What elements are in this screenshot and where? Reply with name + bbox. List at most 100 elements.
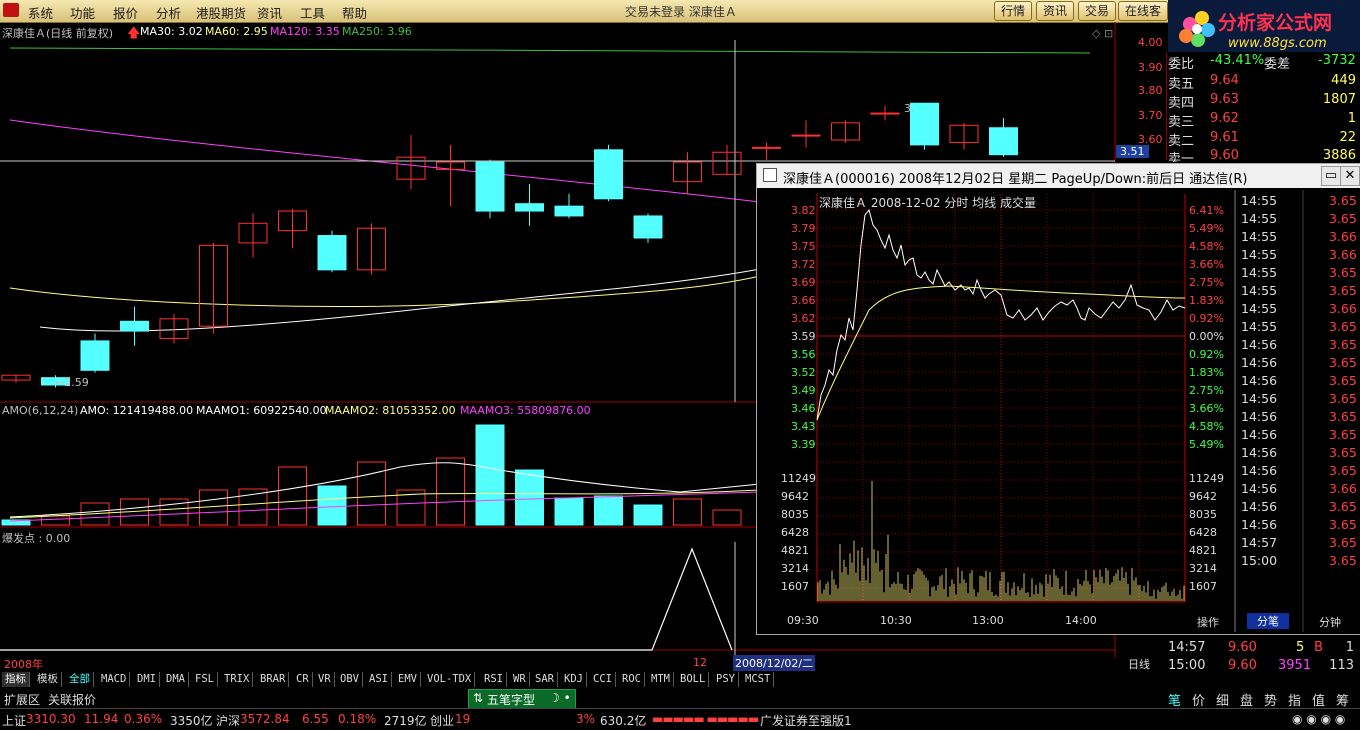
tab-indicator-asi[interactable]: ASI — [366, 672, 392, 687]
tab-indicator-rsi[interactable]: RSI — [481, 672, 507, 687]
restore-icon[interactable]: ▭ — [1321, 166, 1341, 186]
tab-indicator-dma[interactable]: DMA — [163, 672, 189, 687]
pct-axis-label: 0.92% — [1189, 348, 1224, 361]
tab-indicator-trix[interactable]: TRIX — [221, 672, 254, 687]
pct-axis-label: 0.00% — [1189, 330, 1224, 343]
panel-tab-1[interactable]: 价 — [1192, 690, 1205, 709]
tab-minutes[interactable]: 分钟 — [1319, 614, 1341, 630]
chart-corner-icons[interactable]: ◇ ⊡ — [1092, 27, 1113, 40]
cy-index-value: 19 — [455, 712, 471, 726]
ime-switch-icon[interactable]: ⇅ — [473, 691, 483, 705]
amo-label: AMO(6,12,24) — [2, 404, 79, 417]
market-breadth-bars: ▬▬▬▬▬ ▬▬▬▬▬ — [652, 712, 759, 726]
tab-operate[interactable]: 操作 — [1197, 614, 1219, 630]
period-label[interactable]: 日线 — [1128, 656, 1150, 672]
amo-bar — [436, 457, 465, 526]
ask-row-2[interactable]: 卖二 9.61 22 — [1168, 130, 1358, 149]
tab-indicator-emv[interactable]: EMV — [395, 672, 421, 687]
menu-item-analysis[interactable]: 分析 — [156, 3, 181, 22]
tab-indicator-mcst[interactable]: MCST — [742, 672, 775, 687]
tab-indicator-vr[interactable]: VR — [315, 672, 335, 687]
low-price-annotation: ←2.59 — [55, 376, 89, 389]
ask-row-5[interactable]: 卖五 9.64 449 — [1168, 73, 1358, 92]
expand-area-button[interactable]: 扩展区 — [4, 691, 40, 708]
tab-indicator-roc[interactable]: ROC — [619, 672, 645, 687]
tab-indicator-obv[interactable]: OBV — [337, 672, 363, 687]
amo-bar — [554, 497, 584, 526]
ime-punct-icon[interactable]: ☽ • — [549, 691, 571, 705]
panel-tab-3[interactable]: 盘 — [1240, 690, 1253, 709]
popup-titlebar[interactable]: 深康佳Ａ(000016) 2008年12月02日 星期二 PageUp/Down… — [757, 164, 1360, 188]
tab-indicator-sar[interactable]: SAR — [532, 672, 558, 687]
panel-tab-5[interactable]: 指 — [1288, 690, 1301, 709]
tick-price: 3.65 — [1329, 391, 1357, 406]
tab-indicator-dmi[interactable]: DMI — [134, 672, 160, 687]
menu-item-system[interactable]: 系统 — [28, 3, 53, 22]
tick-time: 14:55 — [1241, 247, 1278, 262]
year-label: 2008年 — [4, 658, 43, 671]
close-icon[interactable]: ✕ — [1340, 166, 1360, 186]
tick-price: 3.65 — [1329, 499, 1357, 514]
panel-tab-2[interactable]: 细 — [1216, 690, 1229, 709]
pct-axis-label: 5.49% — [1189, 222, 1224, 235]
tick-price: 3.65 — [1329, 337, 1357, 352]
price-axis-label: 3.66 — [791, 294, 816, 307]
chart-title: 深康佳Ａ(日线 前复权) — [2, 27, 114, 40]
ask-row-4[interactable]: 卖四 9.63 1807 — [1168, 92, 1358, 111]
menu-item-tools[interactable]: 工具 — [300, 3, 325, 22]
pct-axis-label: 1.83% — [1189, 294, 1224, 307]
tab-indicator-全部[interactable]: 全部 — [66, 672, 94, 687]
menu-item-help[interactable]: 帮助 — [342, 3, 367, 22]
cy-index-label: 创业 — [430, 714, 455, 728]
menu-item-quote[interactable]: 报价 — [113, 3, 138, 22]
amo-bar — [317, 485, 347, 526]
tab-indicator-kdj[interactable]: KDJ — [561, 672, 587, 687]
quote-button[interactable]: 行情 — [994, 1, 1033, 21]
app-logo-icon — [3, 3, 19, 17]
tab-ticks[interactable]: 分笔 — [1247, 613, 1289, 629]
tab-indicator-boll[interactable]: BOLL — [677, 672, 710, 687]
menu-item-function[interactable]: 功能 — [70, 3, 95, 22]
volume-axis-label: 3214 — [781, 562, 809, 575]
ask-row-1[interactable]: 卖一 9.60 3886 — [1168, 148, 1358, 162]
trade-button[interactable]: 交易 — [1078, 1, 1117, 21]
burst-label: 爆发点 : 0.00 — [2, 532, 71, 545]
volume-axis-label: 3214 — [1189, 562, 1217, 575]
tab-indicator-psy[interactable]: PSY — [713, 672, 739, 687]
tab-indicator-vol-tdx[interactable]: VOL-TDX — [424, 672, 476, 687]
tab-indicator-mtm[interactable]: MTM — [648, 672, 674, 687]
tab-indicator-cci[interactable]: CCI — [590, 672, 616, 687]
status-icons[interactable]: ◉ ◉ ◉ ◉ — [1292, 712, 1345, 726]
tab-indicator-模板[interactable]: 模板 — [34, 672, 62, 687]
pct-axis-label: 5.49% — [1189, 438, 1224, 451]
panel-tab-7[interactable]: 筹 — [1336, 690, 1349, 709]
related-quote-button[interactable]: 关联报价 — [48, 691, 96, 708]
tab-indicator-brar[interactable]: BRAR — [257, 672, 290, 687]
amo-bar — [515, 469, 544, 526]
news-button[interactable]: 资讯 — [1036, 1, 1075, 21]
logo-url: www.88gs.com — [1228, 36, 1327, 51]
intraday-popup-window[interactable]: 深康佳Ａ(000016) 2008年12月02日 星期二 PageUp/Down… — [756, 163, 1360, 635]
tick-row: 14:57 9.60 5 B 1 — [1168, 640, 1354, 655]
tab-indicator-macd[interactable]: MACD — [98, 672, 131, 687]
ma250-line — [9, 47, 1091, 54]
high-price-annotation: 3. — [904, 102, 915, 115]
time-label: 10:30 — [880, 614, 912, 627]
candle-body — [989, 127, 1018, 156]
menu-item-news[interactable]: 资讯 — [257, 3, 282, 22]
volume-axis-label: 1607 — [781, 580, 809, 593]
online-service-button[interactable]: 在线客 — [1118, 1, 1169, 21]
tab-indicator-指标[interactable]: 指标 — [2, 672, 30, 687]
candle-body — [120, 320, 149, 332]
panel-tab-0[interactable]: 笔 — [1168, 690, 1181, 709]
tab-indicator-wr[interactable]: WR — [510, 672, 530, 687]
panel-tab-4[interactable]: 势 — [1264, 690, 1277, 709]
tab-indicator-cr[interactable]: CR — [293, 672, 313, 687]
ask-row-3[interactable]: 卖三 9.62 1 — [1168, 111, 1358, 130]
tick-time: 14:56 — [1241, 499, 1278, 514]
tab-indicator-fsl[interactable]: FSL — [192, 672, 218, 687]
panel-tab-6[interactable]: 值 — [1312, 690, 1325, 709]
menu-item-hk-futures[interactable]: 港股期货 — [196, 3, 246, 22]
ime-name[interactable]: 五笔字型 — [487, 691, 535, 708]
maamo3-value: MAAMO3: 55809876.00 — [460, 404, 591, 417]
